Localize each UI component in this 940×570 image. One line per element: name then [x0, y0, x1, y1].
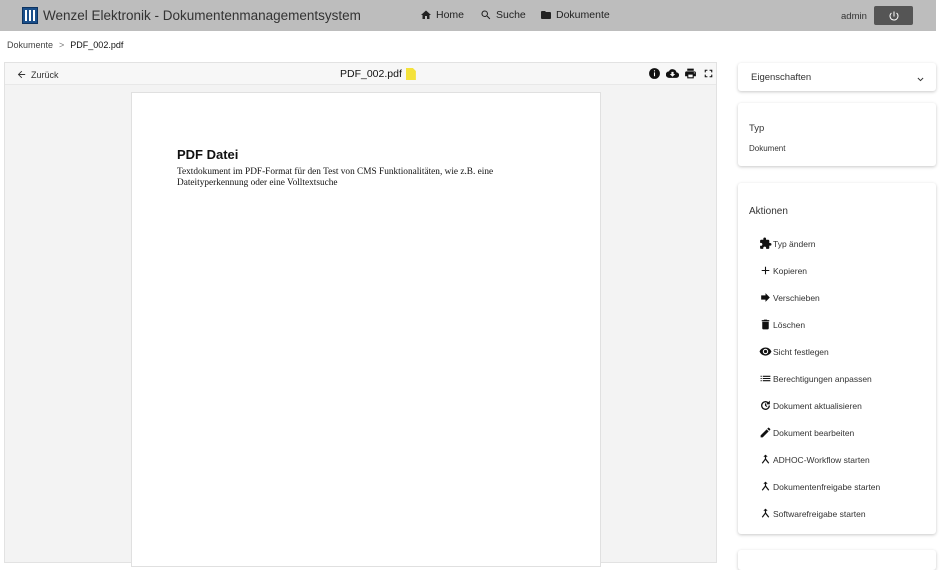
action-adhoc-workflow[interactable]: ADHOC-Workflow starten	[759, 446, 880, 473]
info-icon[interactable]	[648, 67, 661, 80]
breadcrumb-separator: >	[59, 40, 65, 50]
document-viewer: Zurück PDF_002.pdf PDF Datei Textdokumen…	[4, 62, 717, 567]
action-move[interactable]: Verschieben	[759, 284, 880, 311]
app-title: Wenzel Elektronik - Dokumentenmanagement…	[43, 8, 361, 23]
breadcrumb-current: PDF_002.pdf	[70, 40, 124, 50]
logo-icon[interactable]	[22, 7, 38, 24]
action-update-document[interactable]: Dokument aktualisieren	[759, 392, 880, 419]
actions-title: Aktionen	[749, 206, 788, 217]
merge-icon	[761, 508, 770, 518]
merge-icon	[761, 481, 770, 491]
puzzle-icon	[760, 237, 772, 249]
chevron-down-icon	[917, 77, 924, 82]
action-label: Kopieren	[773, 265, 808, 276]
arrow-right-icon	[761, 293, 770, 302]
viewer-toolbar: Zurück PDF_002.pdf	[5, 63, 716, 85]
nav-search-label: Suche	[496, 9, 526, 21]
next-panel	[738, 550, 936, 570]
document-body: Textdokument im PDF-Format für den Test …	[177, 167, 494, 188]
pdf-page: PDF Datei Textdokument im PDF-Format für…	[131, 92, 601, 567]
back-button[interactable]: Zurück	[16, 69, 59, 80]
nav-documents[interactable]: Dokumente	[540, 9, 610, 21]
action-document-release[interactable]: Dokumentenfreigabe starten	[759, 473, 880, 500]
action-set-view[interactable]: Sicht festlegen	[759, 338, 880, 365]
cloud-download-icon[interactable]	[666, 67, 679, 80]
merge-icon	[761, 454, 770, 464]
action-change-type[interactable]: Typ ändern	[759, 230, 880, 257]
document-heading: PDF Datei	[177, 147, 239, 162]
action-delete[interactable]: Löschen	[759, 311, 880, 338]
action-permissions[interactable]: Berechtigungen anpassen	[759, 365, 880, 392]
arrow-left-icon	[17, 70, 26, 79]
properties-panel[interactable]: Eigenschaften	[738, 63, 936, 91]
actions-list: Typ ändern Kopieren Verschieben Löschen …	[759, 230, 880, 527]
type-label: Typ	[749, 123, 765, 134]
plus-icon	[761, 266, 770, 275]
action-label: Typ ändern	[773, 238, 816, 249]
breadcrumb: Dokumente > PDF_002.pdf	[7, 40, 123, 50]
print-icon[interactable]	[684, 67, 697, 80]
action-copy[interactable]: Kopieren	[759, 257, 880, 284]
actions-panel: Aktionen Typ ändern Kopieren Verschieben…	[738, 183, 936, 534]
action-software-release[interactable]: Softwarefreigabe starten	[759, 500, 880, 527]
type-card: Typ Dokument	[738, 103, 936, 166]
action-label: Verschieben	[773, 292, 820, 303]
home-icon	[421, 10, 431, 19]
viewer-actions	[648, 67, 720, 80]
search-icon	[481, 10, 491, 20]
trash-icon	[761, 319, 770, 330]
back-label: Zurück	[31, 69, 59, 80]
folder-icon	[541, 11, 551, 19]
action-label: Dokument aktualisieren	[773, 400, 862, 411]
breadcrumb-parent[interactable]: Dokumente	[7, 40, 53, 50]
top-bar: Wenzel Elektronik - Dokumentenmanagement…	[0, 0, 936, 31]
file-icon	[405, 68, 416, 80]
refresh-icon	[761, 400, 770, 410]
action-label: Dokumentenfreigabe starten	[773, 481, 881, 492]
user-name: admin	[841, 11, 867, 22]
action-label: Berechtigungen anpassen	[773, 373, 872, 384]
action-label: Löschen	[773, 319, 806, 330]
action-label: Sicht festlegen	[773, 346, 829, 357]
nav-home[interactable]: Home	[420, 9, 464, 21]
file-name: PDF_002.pdf	[340, 68, 416, 80]
properties-title: Eigenschaften	[751, 72, 812, 83]
action-edit-document[interactable]: Dokument bearbeiten	[759, 419, 880, 446]
action-label: ADHOC-Workflow starten	[773, 454, 870, 465]
eye-icon	[759, 347, 772, 356]
logout-button[interactable]	[874, 6, 913, 25]
fullscreen-icon[interactable]	[702, 67, 715, 80]
nav-search[interactable]: Suche	[480, 9, 526, 21]
nav-documents-label: Dokumente	[556, 9, 610, 21]
pencil-icon	[760, 427, 771, 438]
action-label: Softwarefreigabe starten	[773, 508, 866, 519]
action-label: Dokument bearbeiten	[773, 427, 855, 438]
nav-home-label: Home	[436, 9, 465, 21]
file-name-label: PDF_002.pdf	[340, 68, 402, 80]
type-value: Dokument	[749, 144, 786, 153]
list-icon	[760, 375, 771, 382]
power-icon	[889, 11, 899, 21]
